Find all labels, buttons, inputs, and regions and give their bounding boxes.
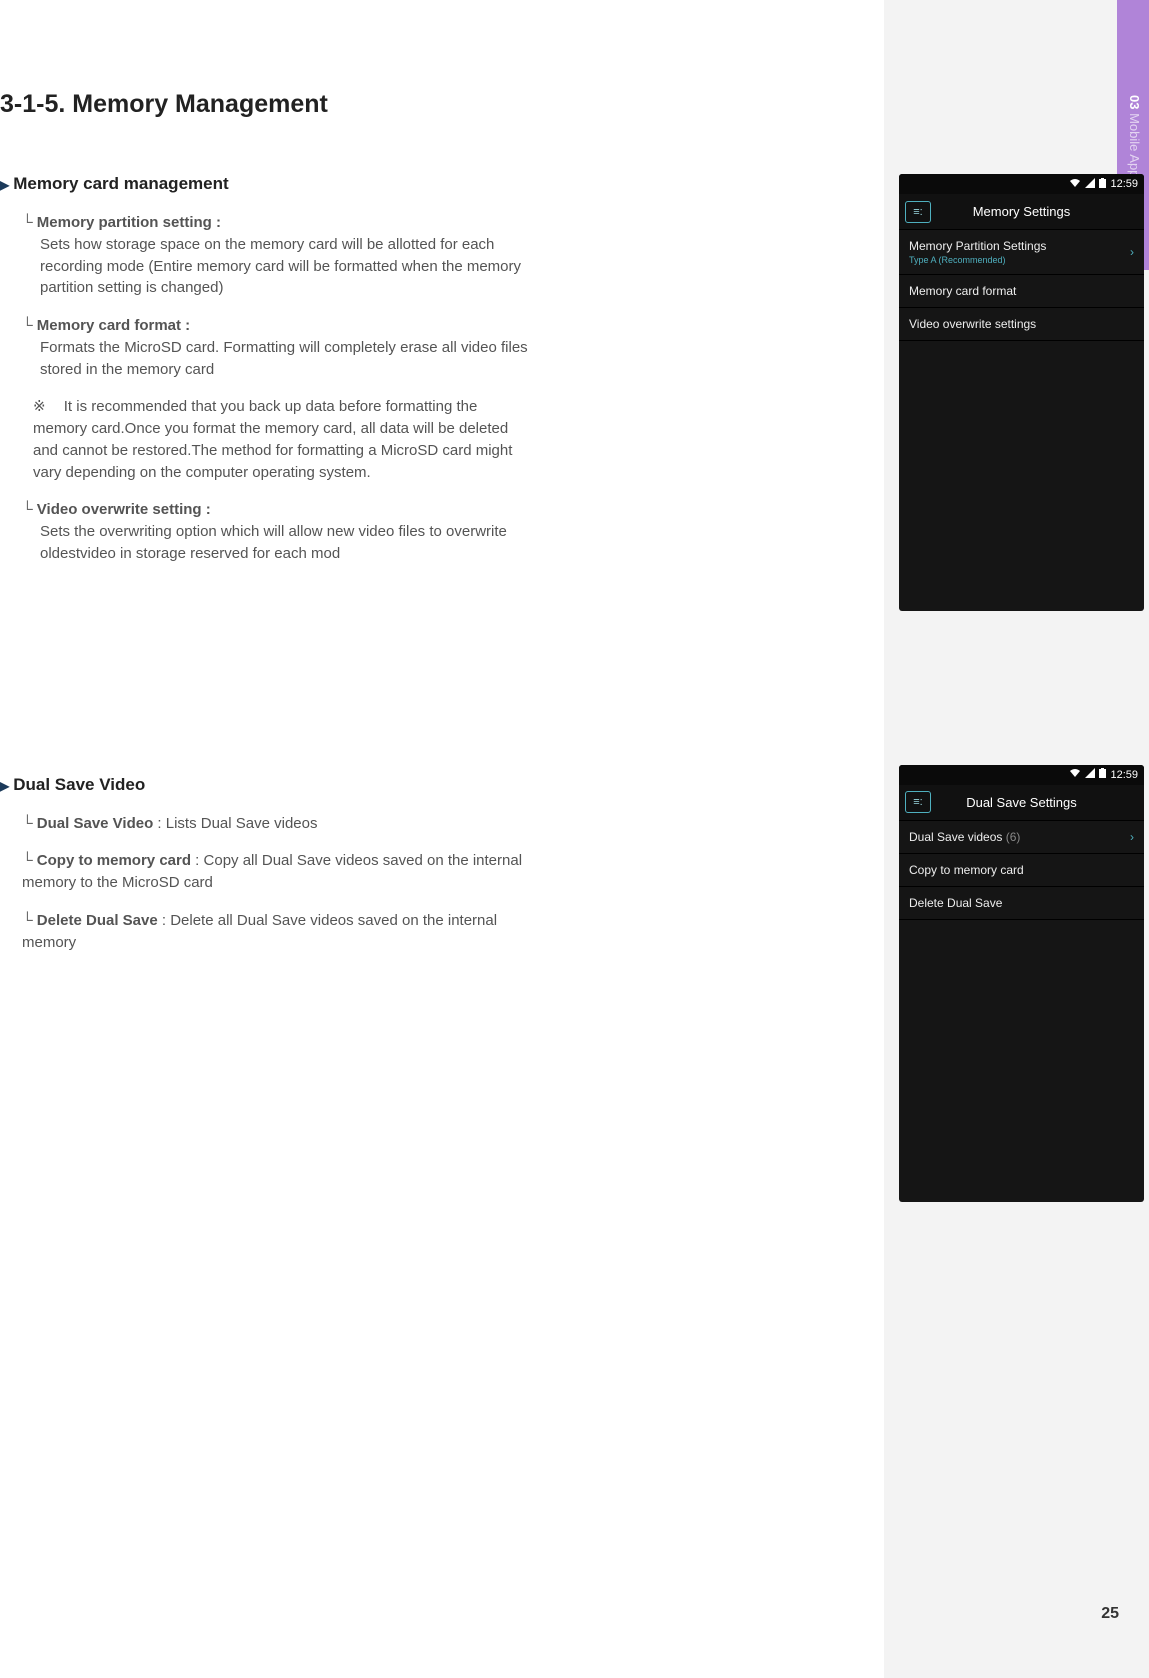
- corner-icon: └: [22, 501, 37, 518]
- triangle-icon: ▶: [0, 779, 9, 793]
- item-body: Sets how storage space on the memory car…: [40, 234, 535, 299]
- phone-screenshot-memory: 12:59 ≡: Memory Settings Memory Partitio…: [899, 174, 1144, 611]
- row-count: (6): [1006, 830, 1021, 844]
- item-memory-format: └ Memory card format : Formats the Micro…: [22, 315, 535, 380]
- item-label: Memory partition setting :: [37, 214, 221, 231]
- signal-icon: [1085, 768, 1095, 781]
- item-memory-partition: └ Memory partition setting : Sets how st…: [22, 212, 535, 299]
- item-body: Formats the MicroSD card. Formatting wil…: [40, 337, 535, 381]
- phone-header: ≡: Memory Settings: [899, 194, 1144, 230]
- section-memory-card: ▶ Memory card management └ Memory partit…: [0, 174, 884, 565]
- menu-icon: ≡:: [913, 796, 922, 808]
- signal-icon: [1085, 178, 1095, 191]
- corner-icon: └: [22, 214, 37, 231]
- row-main: Video overwrite settings: [909, 317, 1036, 331]
- corner-icon: └: [22, 815, 37, 832]
- item-label: Memory card format :: [37, 317, 190, 334]
- row-main: Memory Partition Settings: [909, 239, 1046, 253]
- section1-heading: ▶ Memory card management: [0, 174, 535, 194]
- item-label: Delete Dual Save: [37, 912, 158, 929]
- phone-title: Memory Settings: [899, 204, 1144, 219]
- page-number: 25: [1101, 1605, 1119, 1623]
- format-note: ※ It is recommended that you back up dat…: [33, 396, 535, 483]
- item-label: Copy to memory card: [37, 852, 191, 869]
- row-video-overwrite[interactable]: Video overwrite settings: [899, 308, 1144, 341]
- corner-icon: └: [22, 852, 37, 869]
- battery-icon: [1099, 768, 1106, 781]
- status-time: 12:59: [1110, 178, 1138, 190]
- section1-text: ▶ Memory card management └ Memory partit…: [0, 174, 535, 565]
- status-bar: 12:59: [899, 765, 1144, 785]
- note-mark: ※: [33, 398, 46, 415]
- note-body: It is recommended that you back up data …: [33, 398, 512, 480]
- status-bar: 12:59: [899, 174, 1144, 194]
- row-delete-dual-save[interactable]: Delete Dual Save: [899, 887, 1144, 920]
- item-copy-to-card: └ Copy to memory card : Copy all Dual Sa…: [22, 850, 535, 894]
- row-main: Memory card format: [909, 284, 1016, 298]
- section2-heading-text: Dual Save Video: [13, 775, 145, 795]
- item-label: Video overwrite setting :: [37, 501, 211, 518]
- phone-title: Dual Save Settings: [899, 795, 1144, 810]
- row-memory-partition[interactable]: Memory Partition Settings Type A (Recomm…: [899, 230, 1144, 275]
- item-body-inline: : Lists Dual Save videos: [153, 815, 317, 832]
- chevron-right-icon: ›: [1130, 830, 1134, 844]
- item-body: Sets the overwriting option which will a…: [40, 521, 535, 565]
- wifi-icon: [1069, 178, 1081, 191]
- phone-screenshot-dualsave: 12:59 ≡: Dual Save Settings Dual Save vi…: [899, 765, 1144, 1202]
- row-main: Copy to memory card: [909, 863, 1024, 877]
- item-label: Dual Save Video: [37, 815, 153, 832]
- item-video-overwrite: └ Video overwrite setting : Sets the ove…: [22, 499, 535, 564]
- row-copy-to-card[interactable]: Copy to memory card: [899, 854, 1144, 887]
- phone-header: ≡: Dual Save Settings: [899, 785, 1144, 821]
- status-time: 12:59: [1110, 769, 1138, 781]
- item-delete-dual-save: └ Delete Dual Save : Delete all Dual Sav…: [22, 910, 535, 954]
- menu-button[interactable]: ≡:: [905, 791, 931, 813]
- battery-icon: [1099, 178, 1106, 191]
- corner-icon: └: [22, 317, 37, 334]
- section2-heading: ▶ Dual Save Video: [0, 775, 535, 795]
- row-main: Dual Save videos: [909, 830, 1002, 844]
- corner-icon: └: [22, 912, 37, 929]
- page-title: 3-1-5. Memory Management: [0, 90, 884, 119]
- menu-button[interactable]: ≡:: [905, 201, 931, 223]
- page-content: 3-1-5. Memory Management ▶ Memory card m…: [0, 0, 884, 1678]
- chevron-right-icon: ›: [1130, 245, 1134, 259]
- item-dual-save-video: └ Dual Save Video : Lists Dual Save vide…: [22, 813, 535, 835]
- section2-text: ▶ Dual Save Video └ Dual Save Video : Li…: [0, 775, 535, 954]
- section1-heading-text: Memory card management: [13, 174, 228, 194]
- row-dual-save-videos[interactable]: Dual Save videos (6) ›: [899, 821, 1144, 854]
- section-dual-save: ▶ Dual Save Video └ Dual Save Video : Li…: [0, 775, 884, 954]
- wifi-icon: [1069, 768, 1081, 781]
- row-main: Delete Dual Save: [909, 896, 1002, 910]
- chapter-number: 03: [1127, 95, 1142, 109]
- row-subtitle: Type A (Recommended): [909, 255, 1046, 265]
- menu-icon: ≡:: [913, 206, 922, 218]
- triangle-icon: ▶: [0, 178, 9, 192]
- row-memory-format[interactable]: Memory card format: [899, 275, 1144, 308]
